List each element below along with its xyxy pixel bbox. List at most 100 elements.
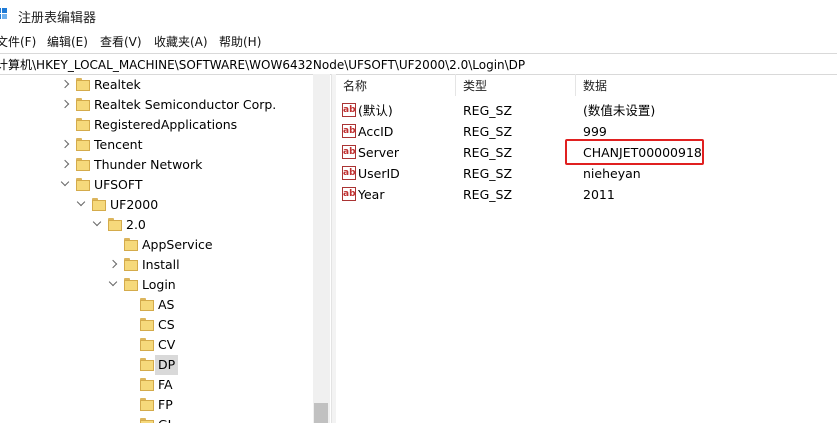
value-type: REG_SZ (463, 124, 513, 139)
folder-icon (124, 238, 138, 251)
value-row[interactable]: ab UserID REG_SZ nieheyan (335, 163, 837, 184)
value-type: REG_SZ (463, 187, 513, 202)
tree-item-label: UFSOFT (94, 177, 143, 192)
folder-icon (124, 278, 138, 291)
folder-icon (76, 78, 90, 91)
server-value-highlight (565, 139, 704, 165)
tree-item-label: Thunder Network (94, 157, 203, 172)
address-bar[interactable]: 计算机\HKEY_LOCAL_MACHINE\SOFTWARE\WOW6432N… (0, 53, 837, 75)
string-value-icon: ab (342, 187, 356, 201)
tree-item-ufsoft[interactable]: UFSOFT (0, 175, 313, 195)
value-data: nieheyan (583, 166, 641, 181)
column-separator[interactable] (575, 74, 576, 96)
column-header-data[interactable]: 数据 (583, 74, 607, 98)
tree-item-label: CV (158, 337, 176, 352)
folder-icon (76, 118, 90, 131)
value-name: AccID (358, 124, 394, 139)
chevron-down-icon[interactable] (60, 177, 70, 187)
tree-item-fa[interactable]: FA (0, 375, 313, 395)
value-data: 2011 (583, 187, 615, 202)
column-separator[interactable] (455, 74, 456, 96)
value-type: REG_SZ (463, 145, 513, 160)
window-title: 注册表编辑器 (18, 11, 97, 26)
folder-icon (140, 338, 154, 351)
tree-item-cv[interactable]: CV (0, 335, 313, 355)
tree-item-fp[interactable]: FP (0, 395, 313, 415)
folder-icon (140, 418, 154, 423)
column-header-type[interactable]: 类型 (463, 74, 487, 98)
value-name: UserID (358, 166, 400, 181)
tree-item-label: Realtek (94, 77, 141, 92)
tree-item-label: Login (142, 277, 176, 292)
chevron-down-icon[interactable] (76, 197, 86, 207)
tree-item-label: Install (142, 257, 180, 272)
tree-item-label: CS (158, 317, 175, 332)
tree-item-realtek-semiconductor-corp[interactable]: Realtek Semiconductor Corp. (0, 95, 313, 115)
string-value-icon: ab (342, 124, 356, 138)
tree-item-label: FA (158, 377, 173, 392)
string-value-icon: ab (342, 103, 356, 117)
tree-item-label: Tencent (94, 137, 143, 152)
tree-item-thunder-network[interactable]: Thunder Network (0, 155, 313, 175)
value-name: Server (358, 145, 399, 160)
folder-icon (76, 178, 90, 191)
tree-item-as[interactable]: AS (0, 295, 313, 315)
value-row[interactable]: ab Year REG_SZ 2011 (335, 184, 837, 205)
value-row[interactable]: ab (默认) REG_SZ (数值未设置) (335, 100, 837, 121)
folder-icon (140, 318, 154, 331)
key-tree[interactable]: Realtek Realtek Semiconductor Corp. Regist… (0, 74, 331, 423)
folder-icon (124, 258, 138, 271)
tree-item-uf2000[interactable]: UF2000 (0, 195, 313, 215)
menu-view[interactable]: 查看(V) (100, 33, 142, 50)
tree-item-label: RegisteredApplications (94, 117, 238, 132)
chevron-right-icon[interactable] (60, 99, 70, 109)
tree-item-gl[interactable]: GL (0, 415, 313, 423)
tree-item-label: Realtek Semiconductor Corp. (94, 97, 277, 112)
value-data: (数值未设置) (583, 103, 656, 118)
tree-item-cs[interactable]: CS (0, 315, 313, 335)
value-type: REG_SZ (463, 166, 513, 181)
tree-item-install[interactable]: Install (0, 255, 313, 275)
tree-item-label: UF2000 (110, 197, 159, 212)
title-bar: 注册表编辑器 (0, 0, 837, 30)
menu-edit[interactable]: 编辑(E) (47, 33, 88, 50)
chevron-right-icon[interactable] (60, 79, 70, 89)
tree-item-registeredapplications[interactable]: RegisteredApplications (0, 115, 313, 135)
menu-bar: 文件(F) 编辑(E) 查看(V) 收藏夹(A) 帮助(H) (0, 30, 837, 51)
folder-icon (76, 158, 90, 171)
string-value-icon: ab (342, 166, 356, 180)
value-list[interactable]: 名称 类型 数据 ab (默认) REG_SZ (数值未设置) ab AccID REG_S… (335, 74, 837, 423)
chevron-right-icon[interactable] (108, 259, 118, 269)
tree-scrollbar-thumb[interactable] (314, 403, 328, 423)
tree-item-appservice[interactable]: AppService (0, 235, 313, 255)
tree-item-label: 2.0 (126, 217, 146, 232)
tree-item-dp[interactable]: DP (0, 355, 313, 375)
value-name: (默认) (358, 103, 393, 118)
column-header-name[interactable]: 名称 (343, 74, 367, 98)
tree-item-label: AS (158, 297, 175, 312)
folder-icon (140, 398, 154, 411)
chevron-right-icon[interactable] (60, 159, 70, 169)
menu-file[interactable]: 文件(F) (0, 33, 36, 50)
string-value-icon: ab (342, 145, 356, 159)
tree-item-tencent[interactable]: Tencent (0, 135, 313, 155)
tree-item-realtek[interactable]: Realtek (0, 75, 313, 95)
folder-icon (140, 298, 154, 311)
menu-favorites[interactable]: 收藏夹(A) (154, 33, 208, 50)
value-name: Year (358, 187, 385, 202)
tree-scrollbar[interactable] (313, 74, 330, 423)
tree-item-label: FP (158, 397, 173, 412)
value-type: REG_SZ (463, 103, 513, 118)
tree-item-2-0[interactable]: 2.0 (0, 215, 313, 235)
chevron-right-icon[interactable] (60, 139, 70, 149)
folder-icon (140, 378, 154, 391)
tree-item-login[interactable]: Login (0, 275, 313, 295)
tree-item-label: DP (155, 355, 179, 375)
address-path[interactable]: 计算机\HKEY_LOCAL_MACHINE\SOFTWARE\WOW6432N… (0, 56, 525, 73)
chevron-down-icon[interactable] (108, 277, 118, 287)
folder-icon (108, 218, 122, 231)
menu-help[interactable]: 帮助(H) (219, 33, 261, 50)
folder-icon (140, 358, 154, 371)
folder-icon (76, 98, 90, 111)
chevron-down-icon[interactable] (92, 217, 102, 227)
